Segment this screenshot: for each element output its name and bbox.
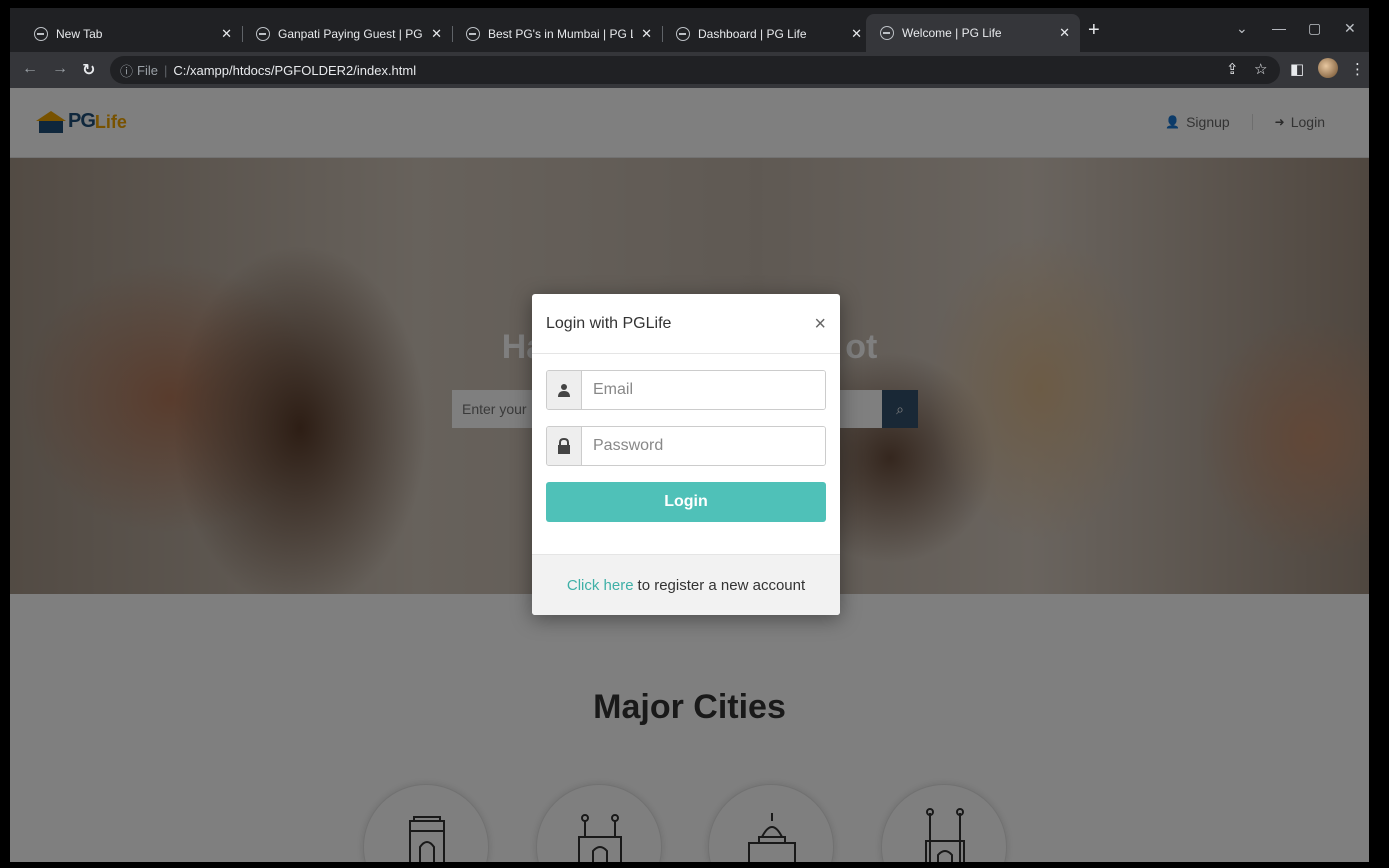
tab-title: New Tab	[56, 27, 103, 41]
tab-title: Ganpati Paying Guest | PG Life	[278, 27, 423, 41]
user-icon	[547, 371, 582, 409]
password-field[interactable]	[582, 427, 825, 465]
globe-icon	[880, 26, 894, 40]
reload-icon[interactable]: ↻	[82, 60, 95, 80]
register-link[interactable]: Click here	[567, 577, 634, 594]
address-divider: |	[163, 62, 168, 78]
browser-toolbar: ← → ↻ ⓘ File | C:/xampp/htdocs/PGFOLDER2…	[10, 52, 1369, 88]
globe-icon	[256, 27, 270, 41]
close-icon[interactable]: ✕	[641, 26, 652, 42]
profile-avatar[interactable]	[1318, 58, 1338, 78]
window-close-icon[interactable]: ✕	[1344, 20, 1356, 37]
lock-icon	[547, 427, 582, 465]
back-icon[interactable]: ←	[22, 60, 38, 78]
password-input-group	[546, 426, 826, 466]
tab-ganpati[interactable]: Ganpati Paying Guest | PG Life ✕	[242, 14, 452, 54]
modal-footer: Click here to register a new account	[532, 554, 840, 615]
email-input-group	[546, 370, 826, 410]
login-modal: Login with PGLife × Login	[532, 294, 840, 615]
share-icon[interactable]: ⇪	[1226, 60, 1239, 78]
tab-strip: New Tab ✕ Ganpati Paying Guest | PG Life…	[10, 8, 1369, 52]
globe-icon	[466, 27, 480, 41]
globe-icon	[676, 27, 690, 41]
star-icon[interactable]: ☆	[1254, 60, 1267, 78]
forward-icon[interactable]: →	[52, 60, 68, 78]
close-icon[interactable]: ✕	[1059, 25, 1070, 41]
modal-header: Login with PGLife ×	[532, 294, 840, 354]
new-tab-button[interactable]: +	[1088, 20, 1100, 40]
minimize-icon[interactable]: —	[1272, 20, 1286, 36]
modal-body: Login	[532, 354, 840, 554]
menu-icon[interactable]: ⋮	[1350, 60, 1365, 78]
tab-welcome[interactable]: Welcome | PG Life ✕	[866, 14, 1080, 52]
info-icon[interactable]: ⓘ	[120, 61, 133, 80]
close-icon[interactable]: ✕	[431, 26, 442, 42]
page-viewport: PG Life 👤 Signup ➜ Login Haot ⌕	[10, 88, 1369, 862]
address-bar[interactable]: ⓘ File | C:/xampp/htdocs/PGFOLDER2/index…	[110, 56, 1280, 84]
tab-dashboard[interactable]: Dashboard | PG Life ✕	[662, 14, 872, 54]
close-icon[interactable]: ✕	[221, 26, 232, 42]
register-text: to register a new account	[637, 576, 806, 594]
tab-search-icon[interactable]: ⌄	[1236, 20, 1248, 37]
browser-window: New Tab ✕ Ganpati Paying Guest | PG Life…	[10, 8, 1369, 862]
tab-new-tab[interactable]: New Tab ✕	[20, 14, 242, 54]
modal-title: Login with PGLife	[546, 314, 672, 332]
email-field[interactable]	[582, 371, 825, 409]
close-icon[interactable]: ✕	[851, 26, 862, 42]
address-url: C:/xampp/htdocs/PGFOLDER2/index.html	[173, 62, 417, 78]
restore-icon[interactable]: ▢	[1308, 20, 1321, 37]
tab-title: Dashboard | PG Life	[698, 27, 807, 41]
address-scheme: File	[137, 62, 158, 78]
tab-best-pgs[interactable]: Best PG's in Mumbai | PG Life ✕	[452, 14, 662, 54]
tab-title: Best PG's in Mumbai | PG Life	[488, 27, 633, 41]
tab-title: Welcome | PG Life	[902, 26, 1002, 40]
login-button[interactable]: Login	[546, 482, 826, 522]
sidepanel-icon[interactable]: ◧	[1290, 60, 1304, 78]
chrome-icon	[34, 27, 48, 41]
close-icon[interactable]: ×	[814, 314, 826, 334]
